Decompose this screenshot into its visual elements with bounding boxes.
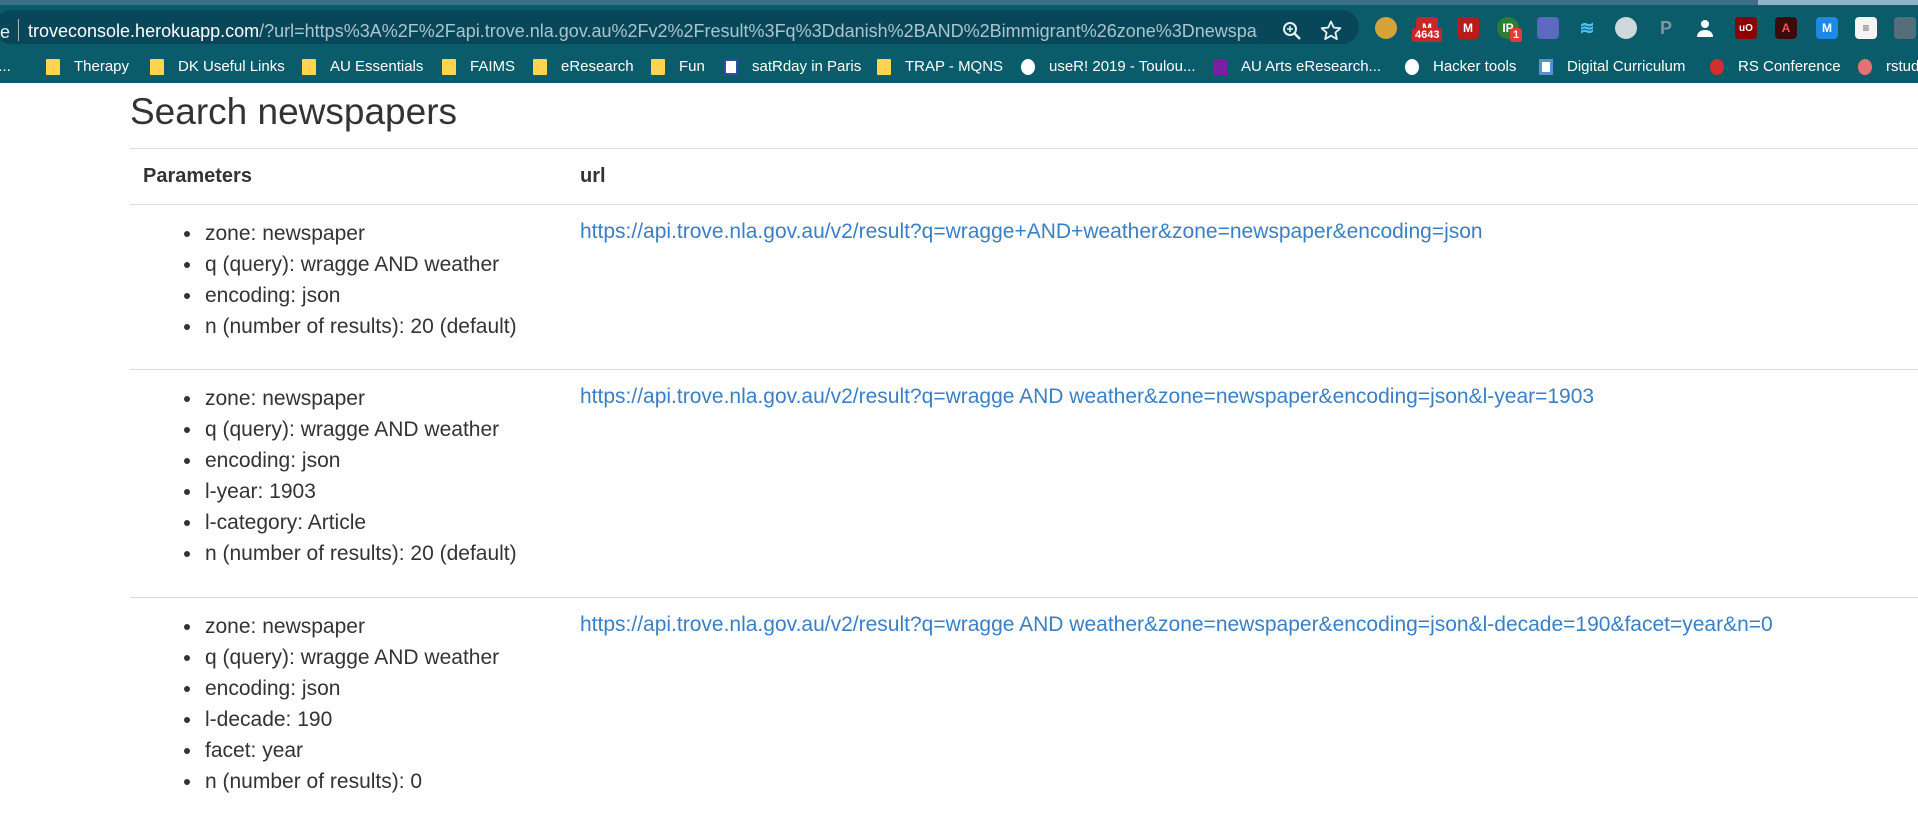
person-extension-icon[interactable] — [1694, 17, 1716, 39]
folder-icon — [46, 58, 60, 75]
folder-icon — [651, 58, 665, 75]
m-extension-icon[interactable]: M — [1816, 17, 1838, 39]
bookmark-label: eResearch — [561, 58, 634, 75]
bookmark-label: RS Conference — [1738, 58, 1841, 75]
extension-icon[interactable] — [1894, 17, 1916, 39]
bookmark-label: Fun — [679, 58, 705, 75]
bookmark-label: Therapy — [74, 58, 130, 75]
parameter-item: zone: newspaper — [184, 383, 517, 414]
page-title: Search newspapers — [130, 91, 458, 132]
bookmarks-bar: a... Therapy DK Useful Links AU Essentia… — [0, 50, 1918, 83]
address-url[interactable]: troveconsole.herokuapp.com/?url=https%3A… — [28, 21, 1258, 42]
address-url-host: troveconsole.herokuapp.com — [28, 21, 260, 41]
page-content: Search newspapers Parameters url zone: n… — [0, 83, 1918, 830]
bookmark-item[interactable]: useR! 2019 - Toulou... — [1021, 50, 1195, 83]
ublock-icon[interactable]: uO — [1735, 17, 1757, 39]
parameter-list: zone: newspaper q (query): wragge AND we… — [184, 383, 517, 569]
bookmark-item[interactable]: AU Arts eResearch... — [1213, 50, 1381, 83]
folder-icon — [877, 58, 891, 75]
zoom-icon[interactable] — [1281, 20, 1303, 42]
dsb-icon — [1710, 58, 1724, 75]
bookmark-folder[interactable]: TRAP - MQNS — [877, 50, 1003, 83]
globe-icon — [1021, 58, 1035, 75]
bookmark-label: useR! 2019 - Toulou... — [1049, 58, 1196, 75]
parameter-item: n (number of results): 20 (default) — [184, 311, 517, 342]
bookmark-item[interactable]: rstud — [1858, 50, 1918, 83]
bookmark-label: AU Essentials — [330, 58, 424, 75]
bookmark-label: Digital Curriculum — [1567, 58, 1686, 75]
bookmark-star-icon[interactable] — [1319, 19, 1343, 43]
paypal-icon[interactable]: P — [1655, 17, 1677, 39]
api-url-link[interactable]: https://api.trove.nla.gov.au/v2/result?q… — [580, 613, 1773, 637]
parameter-item: encoding: json — [184, 280, 517, 311]
curriculum-icon — [1539, 58, 1553, 75]
bookmark-label: DK Useful Links — [178, 58, 285, 75]
parameter-item: l-category: Article — [184, 507, 517, 538]
api-url-link[interactable]: https://api.trove.nla.gov.au/v2/result?q… — [580, 385, 1594, 409]
satrday-icon — [724, 58, 738, 75]
folder-icon — [302, 58, 316, 75]
bookmark-item[interactable]: a... — [0, 50, 11, 83]
pdf-icon[interactable]: A — [1775, 17, 1797, 39]
row-divider — [130, 597, 1918, 598]
bookmark-item[interactable]: RS Conference — [1710, 50, 1841, 83]
parameter-item: n (number of results): 20 (default) — [184, 538, 517, 569]
bookmark-folder[interactable]: FAIMS — [442, 50, 515, 83]
parameter-item: zone: newspaper — [183, 611, 499, 642]
cookie-extension-icon[interactable] — [1375, 17, 1397, 39]
column-header-parameters: Parameters — [143, 165, 252, 187]
document-extension-icon[interactable]: ≡ — [1855, 17, 1877, 39]
waves-extension-icon[interactable]: ≋ — [1576, 17, 1598, 39]
parameter-item: q (query): wragge AND weather — [184, 414, 517, 445]
parameter-item: encoding: json — [184, 445, 517, 476]
gmail-unread-badge: 4643 — [1412, 28, 1443, 42]
bookmark-item[interactable]: Digital Curriculum — [1539, 50, 1685, 83]
ip-extension-badge: 1 — [1510, 28, 1523, 42]
bookmark-label: Hacker tools — [1433, 58, 1517, 75]
column-header-url: url — [580, 165, 606, 187]
camera-extension-icon[interactable] — [1537, 17, 1559, 39]
bookmark-folder[interactable]: Therapy — [46, 50, 129, 83]
bookmark-label: AU Arts eResearch... — [1241, 58, 1382, 75]
bookmark-label: satRday in Paris — [752, 58, 862, 75]
parameter-item: zone: newspaper — [184, 218, 517, 249]
address-bar[interactable]: re troveconsole.herokuapp.com/?url=https… — [0, 10, 1359, 44]
address-bar-divider — [18, 19, 19, 41]
parameter-list: zone: newspaper q (query): wragge AND we… — [184, 218, 517, 342]
table-top-divider — [130, 148, 1918, 149]
list-icon — [1213, 58, 1227, 75]
parameter-item: facet: year — [183, 735, 499, 766]
rstudio-icon — [1858, 58, 1872, 75]
bookmark-label: FAIMS — [470, 58, 516, 75]
bookmark-label: rstud — [1886, 58, 1918, 75]
address-url-path: /?url=https%3A%2F%2Fapi.trove.nla.gov.au… — [259, 21, 1258, 41]
bookmark-item[interactable]: satRday in Paris — [724, 50, 861, 83]
folder-icon — [533, 58, 547, 75]
bookmark-folder[interactable]: AU Essentials — [302, 50, 423, 83]
bookmark-label: a... — [0, 58, 11, 75]
folder-icon — [442, 58, 456, 75]
browser-toolbar: re troveconsole.herokuapp.com/?url=https… — [0, 5, 1918, 50]
parameter-item: q (query): wragge AND weather — [184, 249, 517, 280]
parameter-item: q (query): wragge AND weather — [183, 642, 499, 673]
table-header-divider — [130, 204, 1918, 205]
bookmark-folder[interactable]: Fun — [651, 50, 705, 83]
folder-icon — [150, 58, 164, 75]
bookmark-folder[interactable]: eResearch — [533, 50, 634, 83]
circle-extension-icon[interactable] — [1615, 17, 1637, 39]
parameter-item: encoding: json — [183, 673, 499, 704]
bookmark-item[interactable]: Hacker tools — [1405, 50, 1516, 83]
api-url-link[interactable]: https://api.trove.nla.gov.au/v2/result?q… — [580, 220, 1483, 244]
bookmark-folder[interactable]: DK Useful Links — [150, 50, 285, 83]
parameter-item: l-year: 1903 — [184, 476, 517, 507]
parameter-item: n (number of results): 0 — [183, 766, 499, 797]
row-divider — [130, 369, 1918, 370]
bookmark-label: TRAP - MQNS — [905, 58, 1004, 75]
mail-extension-icon[interactable]: M — [1457, 17, 1479, 39]
globe-icon — [1405, 58, 1419, 75]
parameter-item: l-decade: 190 — [183, 704, 499, 735]
address-bar-prefix: re — [0, 22, 11, 42]
parameter-list: zone: newspaper q (query): wragge AND we… — [183, 611, 499, 797]
